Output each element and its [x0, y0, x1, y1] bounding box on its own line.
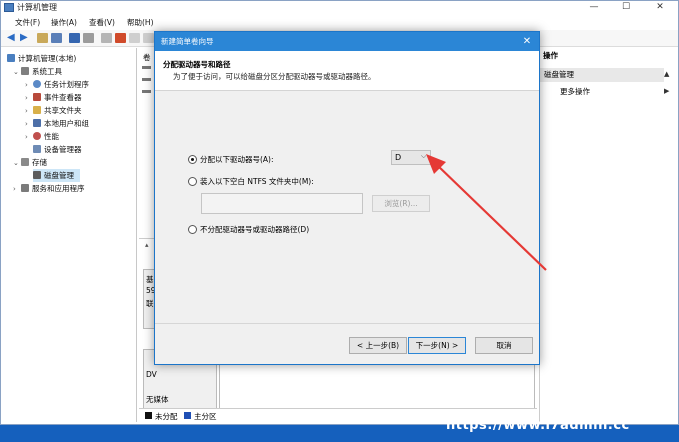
- actions-section-label: 磁盘管理: [544, 70, 574, 79]
- tree-item-system-tools[interactable]: ⌄ 系统工具: [13, 65, 62, 78]
- device-manager-icon: [33, 145, 41, 153]
- disk-0-label: 基: [146, 275, 154, 284]
- dialog-title: 新建简单卷向导: [161, 37, 214, 46]
- disk-icon: [33, 171, 41, 179]
- chevron-down-icon[interactable]: ⌄: [13, 157, 21, 170]
- collapse-up-icon[interactable]: ▲: [664, 70, 669, 78]
- tree-item-performance[interactable]: › 性能: [25, 130, 59, 143]
- computer-management-icon: [4, 3, 14, 12]
- no-assign-radio[interactable]: [188, 225, 197, 234]
- event-log-icon: [33, 93, 41, 101]
- tree-item-label: 任务计划程序: [44, 80, 89, 89]
- chevron-right-icon[interactable]: ▶: [664, 87, 669, 95]
- tree-item-label: 服务和应用程序: [32, 184, 85, 193]
- help-icon[interactable]: [69, 33, 80, 43]
- performance-icon: [33, 132, 41, 140]
- clock-icon: [33, 80, 41, 88]
- tree-item-label: 本地用户和组: [44, 119, 89, 128]
- dialog-header: 分配驱动器号和路径 为了便于访问，可以给磁盘分区分配驱动器号或驱动器路径。: [155, 51, 539, 91]
- dialog-subheading: 为了便于访问，可以给磁盘分区分配驱动器号或驱动器路径。: [173, 72, 376, 81]
- folder-path-input[interactable]: [201, 193, 363, 214]
- actions-header: 操作: [543, 51, 558, 60]
- show-tree-icon[interactable]: [51, 33, 62, 43]
- tree-item-storage[interactable]: ⌄ 存储: [13, 156, 47, 169]
- shared-folder-icon: [33, 106, 41, 114]
- dvd-label: DV: [146, 370, 157, 379]
- menu-file[interactable]: 文件(F): [15, 17, 40, 28]
- tree-item-label: 性能: [44, 132, 59, 141]
- footer-divider: [155, 323, 539, 324]
- back-button[interactable]: < 上一步(B): [349, 337, 407, 354]
- users-icon: [33, 119, 41, 127]
- annotation-arrow: [426, 154, 547, 271]
- assign-letter-radio[interactable]: [188, 155, 197, 164]
- forward-arrow-icon[interactable]: ▶: [20, 33, 31, 43]
- back-arrow-icon[interactable]: ◀: [7, 33, 18, 43]
- dvd-no-media: 无媒体: [146, 395, 169, 404]
- no-assign-label[interactable]: 不分配驱动器号或驱动器路径(D): [200, 224, 309, 235]
- volume-row-marker[interactable]: [142, 66, 151, 69]
- legend-unallocated: 未分配: [155, 412, 178, 421]
- tree-item-event-viewer[interactable]: › 事件查看器: [25, 91, 82, 104]
- drive-letter-value: D: [395, 153, 402, 162]
- dialog-heading: 分配驱动器号和路径: [163, 60, 231, 69]
- unallocated-swatch: [145, 412, 152, 419]
- connect-icon[interactable]: [101, 33, 112, 43]
- tree-item-label: 系统工具: [32, 67, 62, 76]
- chevron-right-icon[interactable]: ›: [25, 131, 33, 144]
- export-icon[interactable]: [129, 33, 140, 43]
- dialog-close-icon[interactable]: ✕: [519, 34, 535, 49]
- legend-primary: 主分区: [194, 412, 217, 421]
- services-icon: [21, 184, 29, 192]
- tree-item-shared-folders[interactable]: › 共享文件夹: [25, 104, 82, 117]
- properties-icon[interactable]: [83, 33, 94, 43]
- tree-item-label: 设备管理器: [44, 145, 82, 154]
- volume-row-marker[interactable]: [142, 90, 151, 93]
- maximize-button[interactable]: ☐: [611, 1, 641, 15]
- tree-item-label: 共享文件夹: [44, 106, 82, 115]
- disk-0-status: 联: [146, 299, 154, 308]
- volume-row-marker[interactable]: [142, 78, 151, 81]
- minimize-button[interactable]: —: [579, 1, 609, 15]
- computer-icon: [7, 54, 15, 62]
- navigation-tree: 计算机管理(本地) ⌄ 系统工具 › 任务计划程序 › 事件查看器 › 共享文件夹 › 本…: [7, 48, 137, 422]
- storage-icon: [21, 158, 29, 166]
- tree-item-services[interactable]: › 服务和应用程序: [13, 182, 85, 195]
- next-button[interactable]: 下一步(N) >: [408, 337, 466, 354]
- tree-item-device-manager[interactable]: 设备管理器: [33, 143, 82, 156]
- refresh-icon[interactable]: [143, 33, 154, 43]
- mount-folder-radio[interactable]: [188, 177, 197, 186]
- dialog-title-bar: 新建简单卷向导 ✕: [155, 32, 539, 51]
- tree-item-label: 磁盘管理: [44, 171, 74, 180]
- volume-column-header[interactable]: 卷: [143, 52, 151, 63]
- menu-help[interactable]: 帮助(H): [127, 17, 154, 28]
- cancel-button[interactable]: 取消: [475, 337, 533, 354]
- menu-action[interactable]: 操作(A): [51, 17, 77, 28]
- tree-root-label: 计算机管理(本地): [18, 54, 77, 63]
- tree-item-local-users[interactable]: › 本地用户和组: [25, 117, 89, 130]
- chevron-down-icon[interactable]: ⌄: [13, 66, 21, 79]
- close-button[interactable]: ✕: [645, 1, 675, 15]
- tools-icon: [21, 67, 29, 75]
- chevron-right-icon[interactable]: ›: [13, 183, 21, 196]
- tree-item-label: 事件查看器: [44, 93, 82, 102]
- more-actions[interactable]: 更多操作: [560, 86, 590, 97]
- window-title: 计算机管理: [17, 3, 57, 12]
- title-bar: 计算机管理 — ☐ ✕: [1, 1, 678, 15]
- actions-section[interactable]: 磁盘管理: [540, 68, 664, 82]
- menu-view[interactable]: 查看(V): [89, 17, 115, 28]
- tree-item-task-scheduler[interactable]: › 任务计划程序: [25, 78, 89, 91]
- folder-up-icon[interactable]: [37, 33, 48, 43]
- primary-swatch: [184, 412, 191, 419]
- assign-letter-label[interactable]: 分配以下驱动器号(A):: [200, 154, 274, 165]
- tree-root[interactable]: 计算机管理(本地): [7, 52, 76, 65]
- arrow-shaft: [435, 163, 547, 271]
- tree-item-label: 存储: [32, 158, 47, 167]
- delete-icon[interactable]: [115, 33, 126, 43]
- tree-item-disk-management[interactable]: 磁盘管理: [33, 169, 80, 182]
- mount-folder-label[interactable]: 装入以下空白 NTFS 文件夹中(M):: [200, 176, 314, 187]
- watermark-url: https://www.i7admin.cc: [446, 418, 630, 433]
- menu-bar: 文件(F) 操作(A) 查看(V) 帮助(H): [1, 15, 678, 29]
